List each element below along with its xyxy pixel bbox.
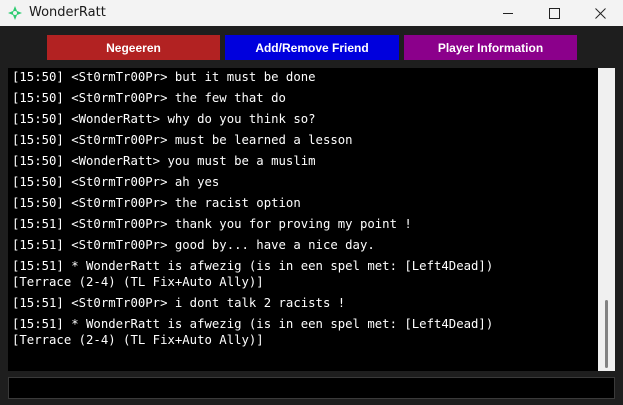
window-title: WonderRatt (29, 5, 106, 20)
chat-line: [15:50] <St0rmTr00Pr> ah yes (12, 175, 220, 189)
close-button[interactable] (577, 0, 623, 26)
scrollbar-thumb[interactable] (605, 300, 608, 368)
close-icon (594, 7, 606, 19)
app-icon (8, 6, 22, 20)
chat-lines: [15:50] <St0rmTr00Pr> but it must be don… (8, 68, 598, 348)
chat-line: [15:51] <St0rmTr00Pr> i dont talk 2 raci… (12, 296, 346, 310)
maximize-button[interactable] (531, 0, 577, 26)
title-bar: WonderRatt (0, 0, 623, 26)
chat-line: [15:51] * WonderRatt is afwezig (is in e… (12, 259, 494, 289)
player-information-button[interactable]: Player Information (404, 35, 577, 60)
chat-scrollbar[interactable] (598, 68, 615, 371)
chat-log[interactable]: [15:50] <St0rmTr00Pr> but it must be don… (8, 68, 598, 371)
chat-line: [15:50] <WonderRatt> you must be a musli… (12, 154, 316, 168)
chat-line: [15:50] <St0rmTr00Pr> the few that do (12, 91, 286, 105)
chat-line: [15:50] <WonderRatt> why do you think so… (12, 112, 316, 126)
chat-line: [15:50] <St0rmTr00Pr> the racist option (12, 196, 301, 210)
chat-line: [15:51] <St0rmTr00Pr> thank you for prov… (12, 217, 412, 231)
chat-line: [15:50] <St0rmTr00Pr> must be learned a … (12, 133, 353, 147)
toolbar: Negeeren Add/Remove Friend Player Inform… (0, 26, 623, 66)
chat-input[interactable] (8, 377, 615, 399)
minimize-icon (503, 12, 513, 14)
add-remove-friend-button[interactable]: Add/Remove Friend (225, 35, 399, 60)
chat-line: [15:50] <St0rmTr00Pr> but it must be don… (12, 70, 316, 84)
minimize-button[interactable] (485, 0, 531, 26)
ignore-button[interactable]: Negeeren (47, 35, 220, 60)
chat-line: [15:51] * WonderRatt is afwezig (is in e… (12, 317, 494, 347)
maximize-icon (548, 7, 560, 19)
chat-line: [15:51] <St0rmTr00Pr> good by... have a … (12, 238, 375, 252)
